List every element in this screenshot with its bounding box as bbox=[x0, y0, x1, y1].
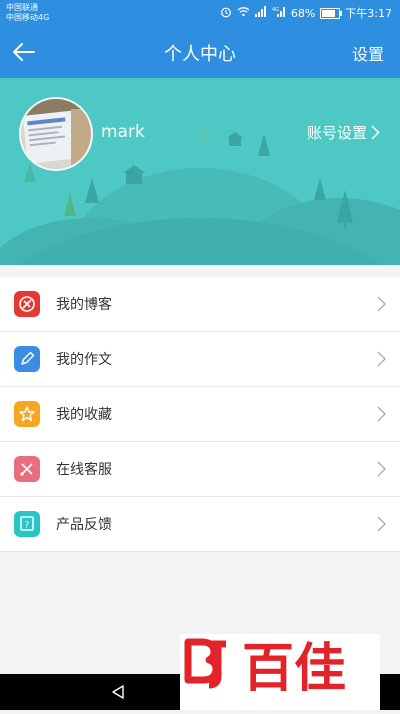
status-icons: 4G 68% 下午3:17 bbox=[220, 5, 392, 21]
avatar-photo bbox=[21, 99, 91, 169]
menu-item-blog[interactable]: 我的博客 bbox=[0, 277, 400, 332]
signal-icon-2: 4G bbox=[272, 6, 286, 20]
pencil-icon bbox=[14, 346, 40, 372]
alarm-icon bbox=[220, 6, 232, 21]
menu-item-label: 我的收藏 bbox=[56, 407, 112, 423]
battery-icon bbox=[320, 7, 343, 19]
menu-item-favorites[interactable]: 我的收藏 bbox=[0, 387, 400, 442]
chevron-right-icon bbox=[377, 351, 386, 367]
blog-icon bbox=[14, 291, 40, 317]
menu-item-label: 在线客服 bbox=[56, 462, 112, 478]
status-bar: 中国联通 中国移动4G 4G 68% 下午3:17 bbox=[0, 0, 400, 26]
svg-text:?: ? bbox=[25, 521, 30, 531]
carrier-1: 中国联通 bbox=[6, 3, 38, 12]
menu-item-feedback[interactable]: ? 产品反馈 bbox=[0, 497, 400, 552]
star-icon bbox=[14, 401, 40, 427]
chevron-right-icon bbox=[377, 516, 386, 532]
carrier-info: 中国联通 中国移动4G bbox=[6, 3, 49, 23]
settings-button[interactable]: 设置 bbox=[352, 41, 384, 65]
clock: 下午3:17 bbox=[345, 7, 392, 20]
chevron-right-icon bbox=[377, 296, 386, 312]
menu-item-label: 产品反馈 bbox=[56, 517, 112, 533]
menu-item-label: 我的博客 bbox=[56, 297, 112, 313]
menu-item-support[interactable]: 在线客服 bbox=[0, 442, 400, 497]
account-settings-label: 账号设置 bbox=[306, 124, 367, 142]
menu-item-essays[interactable]: 我的作文 bbox=[0, 332, 400, 387]
title-bar: 个人中心 设置 bbox=[0, 26, 400, 78]
watermark-logo: 百佳 bbox=[180, 634, 380, 710]
logo-mark: 百佳 bbox=[184, 638, 346, 699]
menu-list: 我的博客 我的作文 我的收藏 在线客服 ? 产品反馈 bbox=[0, 277, 400, 552]
svg-text:4G: 4G bbox=[272, 7, 279, 13]
account-settings-link[interactable]: 账号设置 bbox=[307, 122, 380, 143]
page-title: 个人中心 bbox=[164, 44, 236, 65]
username: mark bbox=[101, 122, 145, 142]
feedback-icon: ? bbox=[14, 511, 40, 537]
carrier-2: 中国移动4G bbox=[6, 13, 50, 22]
tools-icon bbox=[14, 456, 40, 482]
menu-item-label: 我的作文 bbox=[56, 352, 112, 368]
watermark-text: 百佳 bbox=[242, 639, 346, 699]
nav-back-icon[interactable] bbox=[110, 684, 126, 700]
profile-header: mark 账号设置 bbox=[0, 78, 400, 265]
avatar[interactable] bbox=[19, 97, 93, 171]
wifi-icon bbox=[237, 6, 250, 20]
chevron-right-icon bbox=[371, 125, 380, 140]
chevron-right-icon bbox=[377, 406, 386, 422]
signal-icon-1 bbox=[254, 6, 267, 20]
battery-percent: 68% bbox=[290, 6, 316, 20]
chevron-right-icon bbox=[377, 461, 386, 477]
